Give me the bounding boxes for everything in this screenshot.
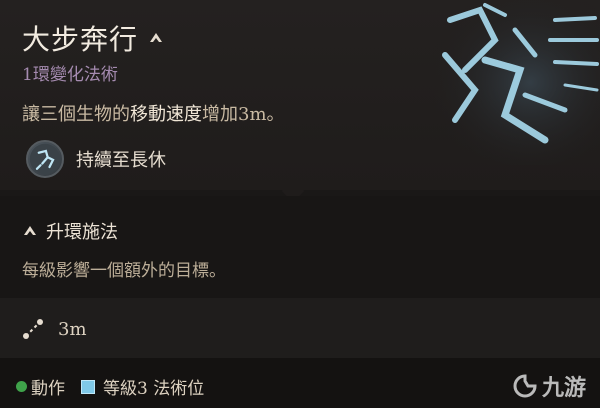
spell-slot-icon bbox=[81, 379, 95, 394]
upcast-chevron-icon bbox=[24, 226, 36, 235]
upcast-title-row: 升環施法 bbox=[22, 218, 118, 244]
description-highlight: 移動速度 bbox=[130, 104, 202, 125]
watermark-text: 九游 bbox=[541, 376, 586, 401]
description-prefix: 讓三個生物的 bbox=[22, 104, 130, 125]
duration-text: 持續至長休 bbox=[76, 150, 166, 171]
description-suffix: 增加3m。 bbox=[202, 104, 285, 125]
spell-header: 大步奔行 1環變化法術 讓三個生物的移動速度增加3m。 持續至長休 bbox=[0, 0, 600, 190]
spell-level-school: 1環變化法術 bbox=[22, 65, 118, 85]
title-row: 大步奔行 bbox=[22, 18, 164, 58]
action-label: 動作 bbox=[31, 379, 65, 399]
action-dot-icon bbox=[16, 381, 27, 392]
longstrider-icon bbox=[26, 140, 64, 178]
range-value: 3m bbox=[58, 318, 87, 340]
upcast-description: 每級影響一個額外的目標。 bbox=[22, 261, 226, 281]
range-section bbox=[0, 298, 600, 358]
upcast-title: 升環施法 bbox=[46, 222, 118, 243]
watermark: 九游 bbox=[512, 370, 586, 402]
duration-row: 持續至長休 bbox=[26, 140, 166, 178]
upcast-chevron-icon bbox=[150, 33, 163, 42]
spell-slot-label: 等級3 法術位 bbox=[103, 379, 205, 399]
spell-title: 大步奔行 bbox=[22, 23, 139, 56]
spell-art-icon bbox=[425, 0, 600, 165]
watermark-logo-icon bbox=[513, 374, 537, 398]
spell-tooltip: 大步奔行 1環變化法術 讓三個生物的移動速度增加3m。 持續至長休 升環施法 每… bbox=[0, 0, 600, 408]
spell-description: 讓三個生物的移動速度增加3m。 bbox=[22, 100, 285, 126]
range-row: 3m bbox=[22, 318, 87, 340]
range-icon bbox=[23, 319, 43, 339]
cost-row: 動作 等級3 法術位 bbox=[16, 374, 204, 399]
upcast-section bbox=[0, 196, 600, 298]
